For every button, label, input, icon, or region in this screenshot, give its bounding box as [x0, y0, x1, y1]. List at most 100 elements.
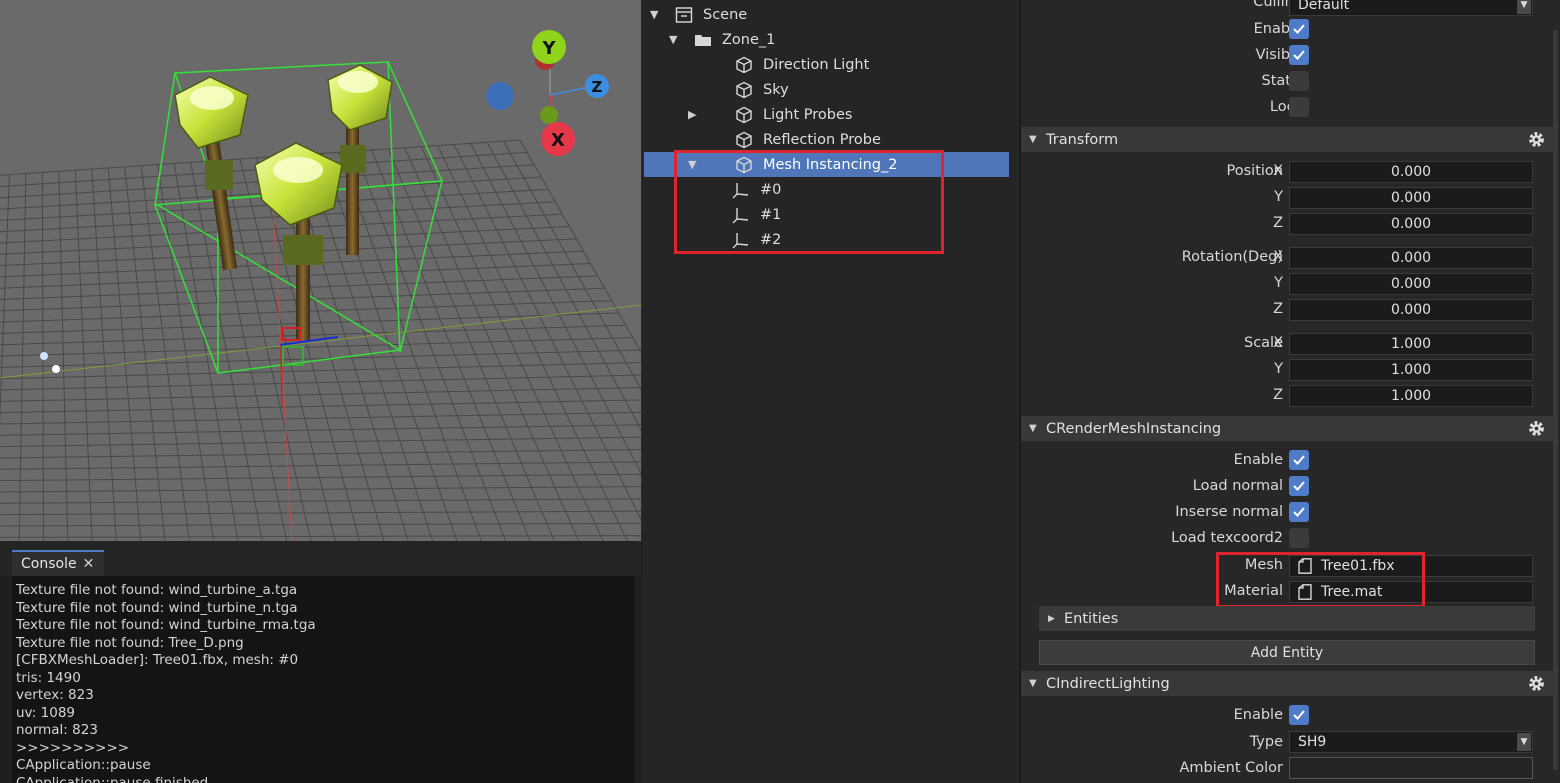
highlight-box [674, 150, 944, 254]
viewport-canvas[interactable]: Y Z X [0, 0, 641, 541]
console-line: Texture file not found: wind_turbine_n.t… [16, 599, 298, 616]
rotation-z-field[interactable]: 0.000 [1289, 299, 1533, 321]
rmi-enable-checkbox[interactable] [1289, 450, 1309, 470]
rmi-enable-label: Enable [1233, 452, 1283, 468]
scene-viewport[interactable]: Y Z X [0, 0, 642, 541]
indirect-lighting-title: CIndirectLighting [1046, 675, 1170, 692]
lock-label: Lock [1269, 99, 1303, 115]
console-line: Texture file not found: Tree_D.png [16, 634, 244, 651]
visible-checkbox[interactable] [1289, 45, 1309, 65]
hierarchy-item[interactable]: ▼ Scene [642, 2, 1019, 27]
light-icon[interactable] [52, 365, 60, 373]
chevron-down-icon: ▼ [1517, 733, 1531, 751]
svg-text:X: X [551, 130, 565, 151]
culling-label: Culling [1253, 0, 1303, 10]
scale-z-axis: Z [1273, 387, 1283, 403]
rotation-y-axis: Y [1274, 275, 1283, 291]
enable-checkbox[interactable] [1289, 19, 1309, 39]
position-y-axis: Y [1274, 189, 1283, 205]
console-line: CApplication::pause [16, 757, 151, 773]
expand-triangle-icon[interactable]: ▶ [688, 108, 696, 121]
scene-icon [675, 6, 693, 24]
render-mesh-instancing-section-header[interactable]: ▼ CRenderMeshInstancing [1021, 416, 1554, 441]
console-line: Texture file not found: wind_turbine_a.t… [16, 582, 298, 598]
collapse-triangle-icon: ▼ [1029, 134, 1037, 145]
position-x-field[interactable]: 0.000 [1289, 161, 1533, 183]
console-log-list: Texture file not found: wind_turbine_a.t… [16, 582, 316, 783]
hierarchy-item-label: Direction Light [763, 56, 870, 73]
indirect-lighting-section-header[interactable]: ▼ CIndirectLighting [1021, 671, 1554, 696]
hierarchy-item[interactable]: Sky [642, 77, 1019, 102]
scale-y-field[interactable]: 1.000 [1289, 359, 1533, 381]
collapse-triangle-icon: ▼ [1029, 423, 1037, 434]
hierarchy-item-label: Reflection Probe [763, 131, 881, 148]
collapse-triangle-icon[interactable]: ▼ [669, 33, 677, 46]
cube-icon [735, 106, 753, 124]
svg-text:Y: Y [541, 38, 556, 59]
static-checkbox[interactable] [1289, 71, 1309, 91]
hierarchy-item-label: Sky [763, 81, 789, 98]
checkmark-icon [1293, 24, 1305, 34]
neg-x-axis-handle [486, 82, 514, 110]
console-line: normal: 823 [16, 722, 98, 738]
rotation-x-field[interactable]: 0.000 [1289, 247, 1533, 269]
gear-icon[interactable] [1527, 419, 1546, 438]
collapse-triangle-icon[interactable]: ▼ [650, 8, 658, 21]
close-icon[interactable]: ✕ [83, 556, 95, 572]
console-line: vertex: 823 [16, 687, 94, 703]
add-entity-button[interactable]: Add Entity [1039, 640, 1535, 665]
load-texcoord2-checkbox[interactable] [1289, 528, 1309, 548]
scene-hierarchy-panel: ▼ Scene ▼ Zone_1 Direction Light Sky ▶ Light Pr… [642, 0, 1021, 783]
highlight-box [1216, 552, 1425, 608]
scale-label: Scale [1243, 335, 1283, 351]
rotation-label: Rotation(Deg) [1181, 249, 1283, 265]
rotation-z-axis: Z [1273, 301, 1283, 317]
lock-checkbox[interactable] [1289, 97, 1309, 117]
ambient-color-field[interactable] [1289, 757, 1533, 779]
position-z-field[interactable]: 0.000 [1289, 213, 1533, 235]
inspector-scrollbar[interactable] [1553, 30, 1558, 770]
console-line: [CFBXMeshLoader]: Tree01.fbx, mesh: #0 [16, 652, 299, 668]
hierarchy-item-label: Light Probes [763, 106, 853, 123]
checkmark-icon [1293, 50, 1305, 60]
hierarchy-item[interactable]: Reflection Probe [642, 127, 1019, 152]
render-mesh-instancing-title: CRenderMeshInstancing [1046, 420, 1222, 437]
scale-x-field[interactable]: 1.000 [1289, 333, 1533, 355]
type-label: Type [1249, 734, 1283, 750]
il-enable-label: Enable [1233, 707, 1283, 723]
inserse-normal-checkbox[interactable] [1289, 502, 1309, 522]
console-panel: Console ✕ Texture file not found: wind_t… [0, 541, 641, 783]
console-tab-label: Console [21, 556, 77, 572]
console-tab[interactable]: Console ✕ [12, 550, 104, 576]
hierarchy-item[interactable]: ▶ Light Probes [642, 102, 1019, 127]
hierarchy-item[interactable]: ▼ Zone_1 [642, 27, 1019, 52]
hierarchy-item[interactable]: Direction Light [642, 52, 1019, 77]
transform-section-header[interactable]: ▼ Transform [1021, 127, 1554, 152]
gear-icon[interactable] [1527, 674, 1546, 693]
console-output[interactable]: Texture file not found: wind_turbine_a.t… [12, 576, 634, 783]
inserse-normal-label: Inserse normal [1175, 504, 1283, 520]
gear-icon[interactable] [1527, 130, 1546, 149]
folder-icon [694, 31, 712, 49]
scale-z-field[interactable]: 1.000 [1289, 385, 1533, 407]
transform-title: Transform [1046, 131, 1119, 148]
type-dropdown[interactable]: SH9 ▼ [1289, 731, 1533, 753]
svg-text:Z: Z [592, 78, 603, 96]
checkmark-icon [1293, 507, 1305, 517]
ambient-color-label: Ambient Color [1179, 760, 1283, 776]
checkmark-icon [1293, 455, 1305, 465]
load-texcoord2-label: Load texcoord2 [1171, 530, 1283, 546]
cube-icon [735, 81, 753, 99]
position-y-field[interactable]: 0.000 [1289, 187, 1533, 209]
console-line: >>>>>>>>>> [16, 739, 130, 756]
culling-dropdown[interactable]: Default ▼ [1289, 0, 1533, 16]
load-normal-checkbox[interactable] [1289, 476, 1309, 496]
rotation-y-field[interactable]: 0.000 [1289, 273, 1533, 295]
console-line: Texture file not found: wind_turbine_rma… [16, 617, 316, 633]
entities-section-header[interactable]: ▶ Entities [1039, 606, 1535, 631]
il-enable-checkbox[interactable] [1289, 705, 1309, 725]
position-x-axis: X [1273, 163, 1283, 179]
cube-icon [735, 131, 753, 149]
expand-triangle-icon: ▶ [1048, 613, 1055, 624]
light-icon[interactable] [40, 352, 48, 360]
